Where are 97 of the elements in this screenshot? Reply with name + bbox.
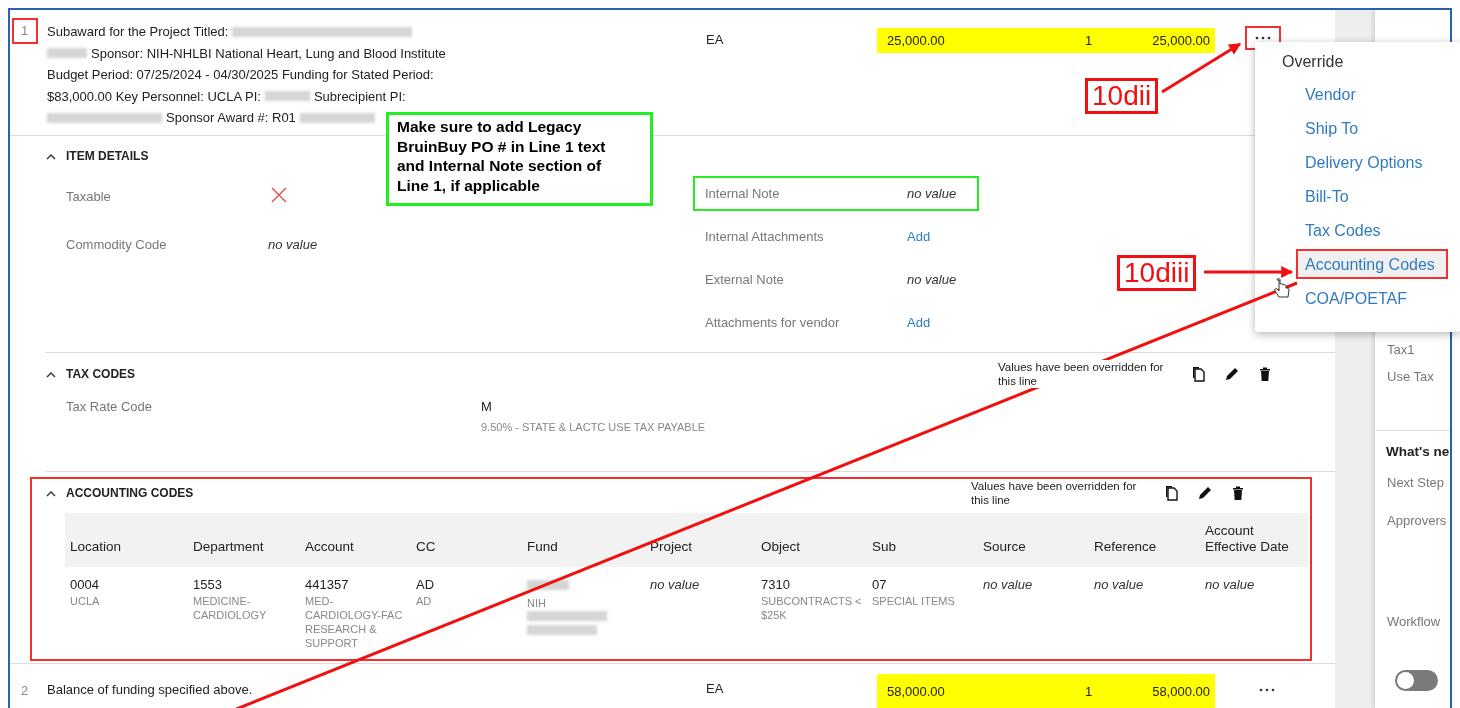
- column-header: Department: [188, 513, 300, 567]
- blurred-text: [527, 580, 569, 591]
- cell-value: no value: [1205, 577, 1256, 592]
- menu-item[interactable]: Tax Codes: [1296, 215, 1448, 245]
- panel-label: Next Step: [1387, 475, 1445, 490]
- cell-description: SPECIAL ITEMS: [872, 594, 956, 608]
- panel-label: Workflow: [1387, 614, 1441, 629]
- pencil-icon[interactable]: [1224, 366, 1240, 382]
- add-link[interactable]: Add: [907, 315, 931, 330]
- menu-item[interactable]: Accounting Codes: [1296, 249, 1448, 279]
- column-header: Project: [645, 513, 756, 567]
- line-number: 2: [20, 682, 30, 700]
- description-text: Budget Period: 07/25/2024 - 04/30/2025 Funding for Stated Period:: [47, 66, 434, 84]
- menu-item[interactable]: Bill-To: [1296, 181, 1448, 211]
- panel-heading: What's ne: [1386, 444, 1450, 459]
- cell-value: 441357: [305, 577, 350, 592]
- blurred-text: [527, 625, 597, 636]
- line-number: 1: [12, 18, 39, 44]
- description-text: $83,000.00 Key Personnel: UCLA PI:: [47, 87, 261, 106]
- cell-description: SUBCONTRACTS < $25K: [761, 594, 862, 622]
- tax-label: Use Tax: [1387, 368, 1434, 386]
- menu-item[interactable]: COA/POETAF: [1296, 283, 1448, 313]
- column-header: Source: [978, 513, 1089, 567]
- unit-price: 25,000.00: [887, 33, 946, 48]
- cell-value: 07: [872, 577, 888, 592]
- trash-icon[interactable]: [1230, 485, 1246, 501]
- cell-value: no value: [650, 577, 701, 592]
- cell-value: 0004: [70, 577, 100, 592]
- panel-label: Approvers: [1387, 513, 1447, 528]
- quantity: 1: [1085, 33, 1093, 48]
- cell-description: NIH: [527, 596, 547, 611]
- description-text: Sponsor Award #: R01: [166, 109, 296, 127]
- chevron-up-icon[interactable]: [46, 370, 56, 378]
- blurred-text: [264, 91, 310, 102]
- trash-icon[interactable]: [1257, 366, 1273, 382]
- column-header: Account: [300, 513, 411, 567]
- field-label: External Note: [705, 272, 785, 287]
- chevron-up-icon[interactable]: [46, 152, 56, 160]
- field-label: Taxable: [66, 188, 112, 204]
- unit-of-measure: EA: [706, 681, 725, 698]
- field-label: Internal Attachments: [705, 229, 825, 244]
- more-icon[interactable]: [1259, 688, 1275, 692]
- cell-description: AD: [416, 594, 433, 608]
- cell-value: no value: [1094, 577, 1145, 592]
- column-header: Object: [756, 513, 867, 567]
- field-label: Internal Note: [705, 186, 781, 201]
- unit-price: 58,000.00: [887, 683, 946, 699]
- section-title: ITEM DETAILS: [66, 149, 149, 163]
- cell-value: no value: [983, 577, 1034, 592]
- more-icon[interactable]: [1255, 36, 1271, 40]
- cross-icon: [271, 186, 287, 203]
- hand-cursor-icon: [1274, 278, 1290, 298]
- column-header: CC: [411, 513, 522, 567]
- menu-item[interactable]: Ship To: [1296, 113, 1448, 143]
- column-header: Sub: [867, 513, 978, 567]
- cell-description: UCLA: [70, 594, 101, 608]
- pencil-icon[interactable]: [1197, 485, 1213, 501]
- field-value: M: [481, 399, 493, 414]
- cell-value: 7310: [761, 577, 791, 592]
- step-callout: 10dii: [1085, 78, 1159, 114]
- line-total: 58,000.00: [1152, 683, 1210, 699]
- add-link[interactable]: Add: [907, 229, 931, 244]
- field-label: Tax Rate Code: [66, 399, 153, 416]
- column-header: Location: [65, 513, 188, 567]
- cell-value: AD: [416, 577, 436, 592]
- annotation-note: Make sure to add Legacy BruinBuy PO # in Line 1 text and Internal Note section of Line 1, if applicable: [386, 112, 653, 206]
- cell-description: MED-CARDIOLOGY-FAC RESEARCH & SUPPORT: [305, 594, 404, 650]
- blurred-text: [47, 48, 87, 59]
- step-callout: 10diii: [1117, 255, 1197, 291]
- field-value: no value: [907, 186, 957, 201]
- description-text: Sponsor: NIH-NHLBI National Heart, Lung and Blood Institute: [91, 44, 446, 63]
- cell-description: MEDICINE-CARDIOLOGY: [193, 594, 268, 622]
- column-header: Reference: [1089, 513, 1200, 567]
- description-text: Balance of funding specified above.: [47, 681, 253, 699]
- description-text: Subrecipient PI:: [313, 87, 406, 106]
- tax-label: Tax1: [1387, 341, 1415, 359]
- column-header: Fund: [522, 513, 645, 567]
- copy-icon[interactable]: [1191, 366, 1207, 382]
- line-total: 25,000.00: [1152, 33, 1210, 48]
- toggle-switch[interactable]: [1395, 670, 1438, 691]
- description-text: Subaward for the Project Titled:: [47, 23, 229, 41]
- field-value: no value: [907, 272, 957, 287]
- cell-value: 1553: [193, 577, 223, 592]
- menu-item[interactable]: Delivery Options: [1296, 147, 1448, 177]
- field-label: Attachments for vendor: [705, 315, 841, 330]
- column-header: Account Effective Date: [1200, 513, 1308, 567]
- field-description: 9.50% - STATE & LACTC USE TAX PAYABLE: [481, 420, 707, 434]
- section-title: TAX CODES: [66, 367, 136, 381]
- chevron-up-icon[interactable]: [46, 489, 56, 497]
- menu-item[interactable]: Vendor: [1296, 79, 1448, 109]
- field-label: Commodity Code: [66, 236, 168, 252]
- quantity: 1: [1085, 683, 1093, 699]
- copy-icon[interactable]: [1164, 485, 1180, 501]
- field-value: no value: [268, 236, 318, 252]
- menu-title: Override: [1282, 53, 1344, 72]
- section-title: ACCOUNTING CODES: [66, 486, 194, 500]
- unit-of-measure: EA: [706, 32, 725, 49]
